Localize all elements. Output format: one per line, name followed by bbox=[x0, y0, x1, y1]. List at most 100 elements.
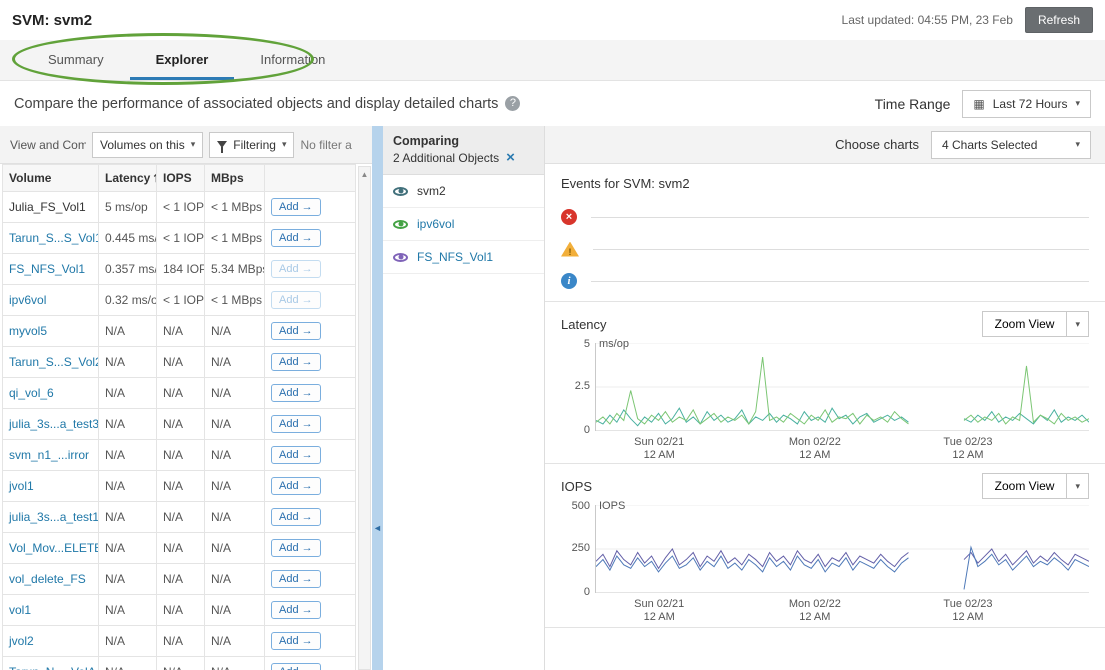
table-row: jvol2N/AN/AN/AAdd → bbox=[3, 626, 356, 657]
add-button[interactable]: Add → bbox=[271, 446, 321, 464]
volume-link[interactable]: vol_delete_FS bbox=[9, 572, 86, 586]
iops-cell: < 1 IOPS bbox=[157, 223, 205, 254]
column-header-latency[interactable]: Latency ⇅ bbox=[99, 165, 157, 192]
volume-link[interactable]: Tarun_S...S_Vol2 bbox=[9, 355, 99, 369]
series-FS_NFS_Vol1 bbox=[964, 547, 1089, 589]
iops-cell: N/A bbox=[157, 440, 205, 471]
event-timeline bbox=[591, 217, 1089, 218]
view-selected-value: Volumes on this bbox=[100, 138, 185, 152]
charts-selector-dropdown[interactable]: 4 Charts Selected ▾ bbox=[931, 131, 1091, 159]
latency-chart-svg bbox=[596, 343, 1089, 431]
refresh-button[interactable]: Refresh bbox=[1025, 7, 1093, 33]
comparing-item[interactable]: svm2 bbox=[383, 175, 544, 208]
iops-cell: N/A bbox=[157, 471, 205, 502]
latency-chart-section: Latency Zoom View ▾ 5 2.5 0 ms/op Sun 02 bbox=[545, 301, 1105, 463]
comparing-item-label[interactable]: ipv6vol bbox=[417, 217, 454, 231]
add-button[interactable]: Add → bbox=[271, 477, 321, 495]
volume-link[interactable]: Vol_Mov...ELETE bbox=[9, 541, 99, 555]
table-row: julia_3s...a_test3N/AN/AN/AAdd → bbox=[3, 409, 356, 440]
event-timeline bbox=[591, 281, 1089, 282]
volume-link[interactable]: vol1 bbox=[9, 603, 31, 617]
volume-link[interactable]: Tarun_S...S_Vol1 bbox=[9, 231, 99, 245]
zoom-view-button[interactable]: Zoom View bbox=[982, 311, 1068, 337]
comparing-count-text: 2 Additional Objects bbox=[393, 151, 499, 165]
series-svm2 bbox=[964, 410, 1089, 424]
zoom-view-button[interactable]: Zoom View bbox=[982, 473, 1068, 499]
mbps-cell: N/A bbox=[205, 471, 265, 502]
page-subtitle: Compare the performance of associated ob… bbox=[14, 96, 498, 112]
x-tick-label: Tue 02/2312 AM bbox=[943, 598, 992, 624]
volume-link[interactable]: Julia_FS_Vol1 bbox=[9, 200, 86, 214]
comparing-item[interactable]: FS_NFS_Vol1 bbox=[383, 241, 544, 274]
chevron-down-icon: ▾ bbox=[1075, 98, 1080, 109]
subheader: Compare the performance of associated ob… bbox=[0, 81, 1105, 126]
error-icon[interactable]: × bbox=[561, 209, 577, 225]
eye-icon[interactable] bbox=[393, 187, 408, 196]
tab-information[interactable]: Information bbox=[234, 40, 351, 80]
iops-cell: N/A bbox=[157, 657, 205, 670]
event-row-warning: ! bbox=[561, 233, 1089, 265]
time-range-dropdown[interactable]: ▦ Last 72 Hours ▾ bbox=[962, 90, 1091, 118]
eye-icon[interactable] bbox=[393, 220, 408, 229]
comparing-item-label[interactable]: FS_NFS_Vol1 bbox=[417, 250, 493, 264]
add-button[interactable]: Add → bbox=[271, 353, 321, 371]
iops-chart-svg bbox=[596, 505, 1089, 593]
latency-cell: 0.357 ms/o bbox=[99, 254, 157, 285]
warning-icon[interactable]: ! bbox=[561, 242, 579, 257]
add-button[interactable]: Add → bbox=[271, 632, 321, 650]
next-chart-section-edge bbox=[545, 627, 1105, 635]
volumes-panel: View and Comp Volumes on this ▾ Filterin… bbox=[0, 126, 372, 670]
add-button[interactable]: Add → bbox=[271, 322, 321, 340]
mbps-cell: N/A bbox=[205, 316, 265, 347]
add-button[interactable]: Add → bbox=[271, 229, 321, 247]
latency-cell: N/A bbox=[99, 378, 157, 409]
volume-link[interactable]: jvol2 bbox=[9, 634, 34, 648]
add-button[interactable]: Add → bbox=[271, 384, 321, 402]
y-tick-max: 5 bbox=[584, 338, 590, 350]
eye-icon[interactable] bbox=[393, 253, 408, 262]
volume-link[interactable]: julia_3s...a_test1 bbox=[9, 510, 99, 524]
volume-link[interactable]: ipv6vol bbox=[9, 293, 46, 307]
page-title: SVM: svm2 bbox=[12, 12, 92, 29]
volume-link[interactable]: julia_3s...a_test3 bbox=[9, 417, 99, 431]
tab-explorer[interactable]: Explorer bbox=[130, 40, 235, 80]
column-header-mbps[interactable]: MBps bbox=[205, 165, 265, 192]
add-button[interactable]: Add → bbox=[271, 539, 321, 557]
tab-summary[interactable]: Summary bbox=[22, 40, 130, 80]
comparing-item[interactable]: ipv6vol bbox=[383, 208, 544, 241]
help-icon[interactable]: ? bbox=[505, 96, 520, 111]
scroll-up-icon[interactable]: ▲ bbox=[359, 167, 370, 179]
comparing-item-label[interactable]: svm2 bbox=[417, 184, 446, 198]
volume-link[interactable]: FS_NFS_Vol1 bbox=[9, 262, 85, 276]
add-button[interactable]: Add → bbox=[271, 570, 321, 588]
remove-all-icon[interactable]: × bbox=[506, 152, 515, 164]
add-button[interactable]: Add → bbox=[271, 198, 321, 216]
volume-link[interactable]: Tarun_N..._VolA bbox=[9, 665, 96, 670]
column-header-iops[interactable]: IOPS bbox=[157, 165, 205, 192]
volume-link[interactable]: svm_n1_...irror bbox=[9, 448, 89, 462]
view-selector-dropdown[interactable]: Volumes on this ▾ bbox=[92, 132, 203, 158]
chevron-down-icon: ▾ bbox=[1075, 139, 1080, 150]
column-header-volume[interactable]: Volume bbox=[3, 165, 99, 192]
filtering-button[interactable]: Filtering ▾ bbox=[209, 132, 294, 158]
volume-link[interactable]: qi_vol_6 bbox=[9, 386, 54, 400]
volume-link[interactable]: myvol5 bbox=[9, 324, 47, 338]
latency-unit-label: ms/op bbox=[599, 338, 629, 350]
latency-cell: N/A bbox=[99, 564, 157, 595]
zoom-view-caret-button[interactable]: ▾ bbox=[1067, 311, 1089, 337]
zoom-view-caret-button[interactable]: ▾ bbox=[1067, 473, 1089, 499]
table-scrollbar[interactable]: ▲ bbox=[358, 166, 371, 670]
latency-cell: N/A bbox=[99, 657, 157, 670]
info-icon[interactable]: i bbox=[561, 273, 577, 289]
iops-chart-header: IOPS Zoom View ▾ bbox=[561, 473, 1089, 499]
panel-collapse-handle[interactable]: ◄ bbox=[372, 126, 383, 670]
add-button[interactable]: Add → bbox=[271, 415, 321, 433]
column-header-add bbox=[265, 165, 356, 192]
latency-cell: N/A bbox=[99, 409, 157, 440]
comparing-panel: Comparing 2 Additional Objects × svm2ipv… bbox=[383, 126, 545, 670]
volume-link[interactable]: jvol1 bbox=[9, 479, 34, 493]
y-tick-min: 0 bbox=[584, 424, 590, 436]
add-button[interactable]: Add → bbox=[271, 508, 321, 526]
add-button[interactable]: Add → bbox=[271, 601, 321, 619]
add-button[interactable]: Add → bbox=[271, 663, 321, 670]
